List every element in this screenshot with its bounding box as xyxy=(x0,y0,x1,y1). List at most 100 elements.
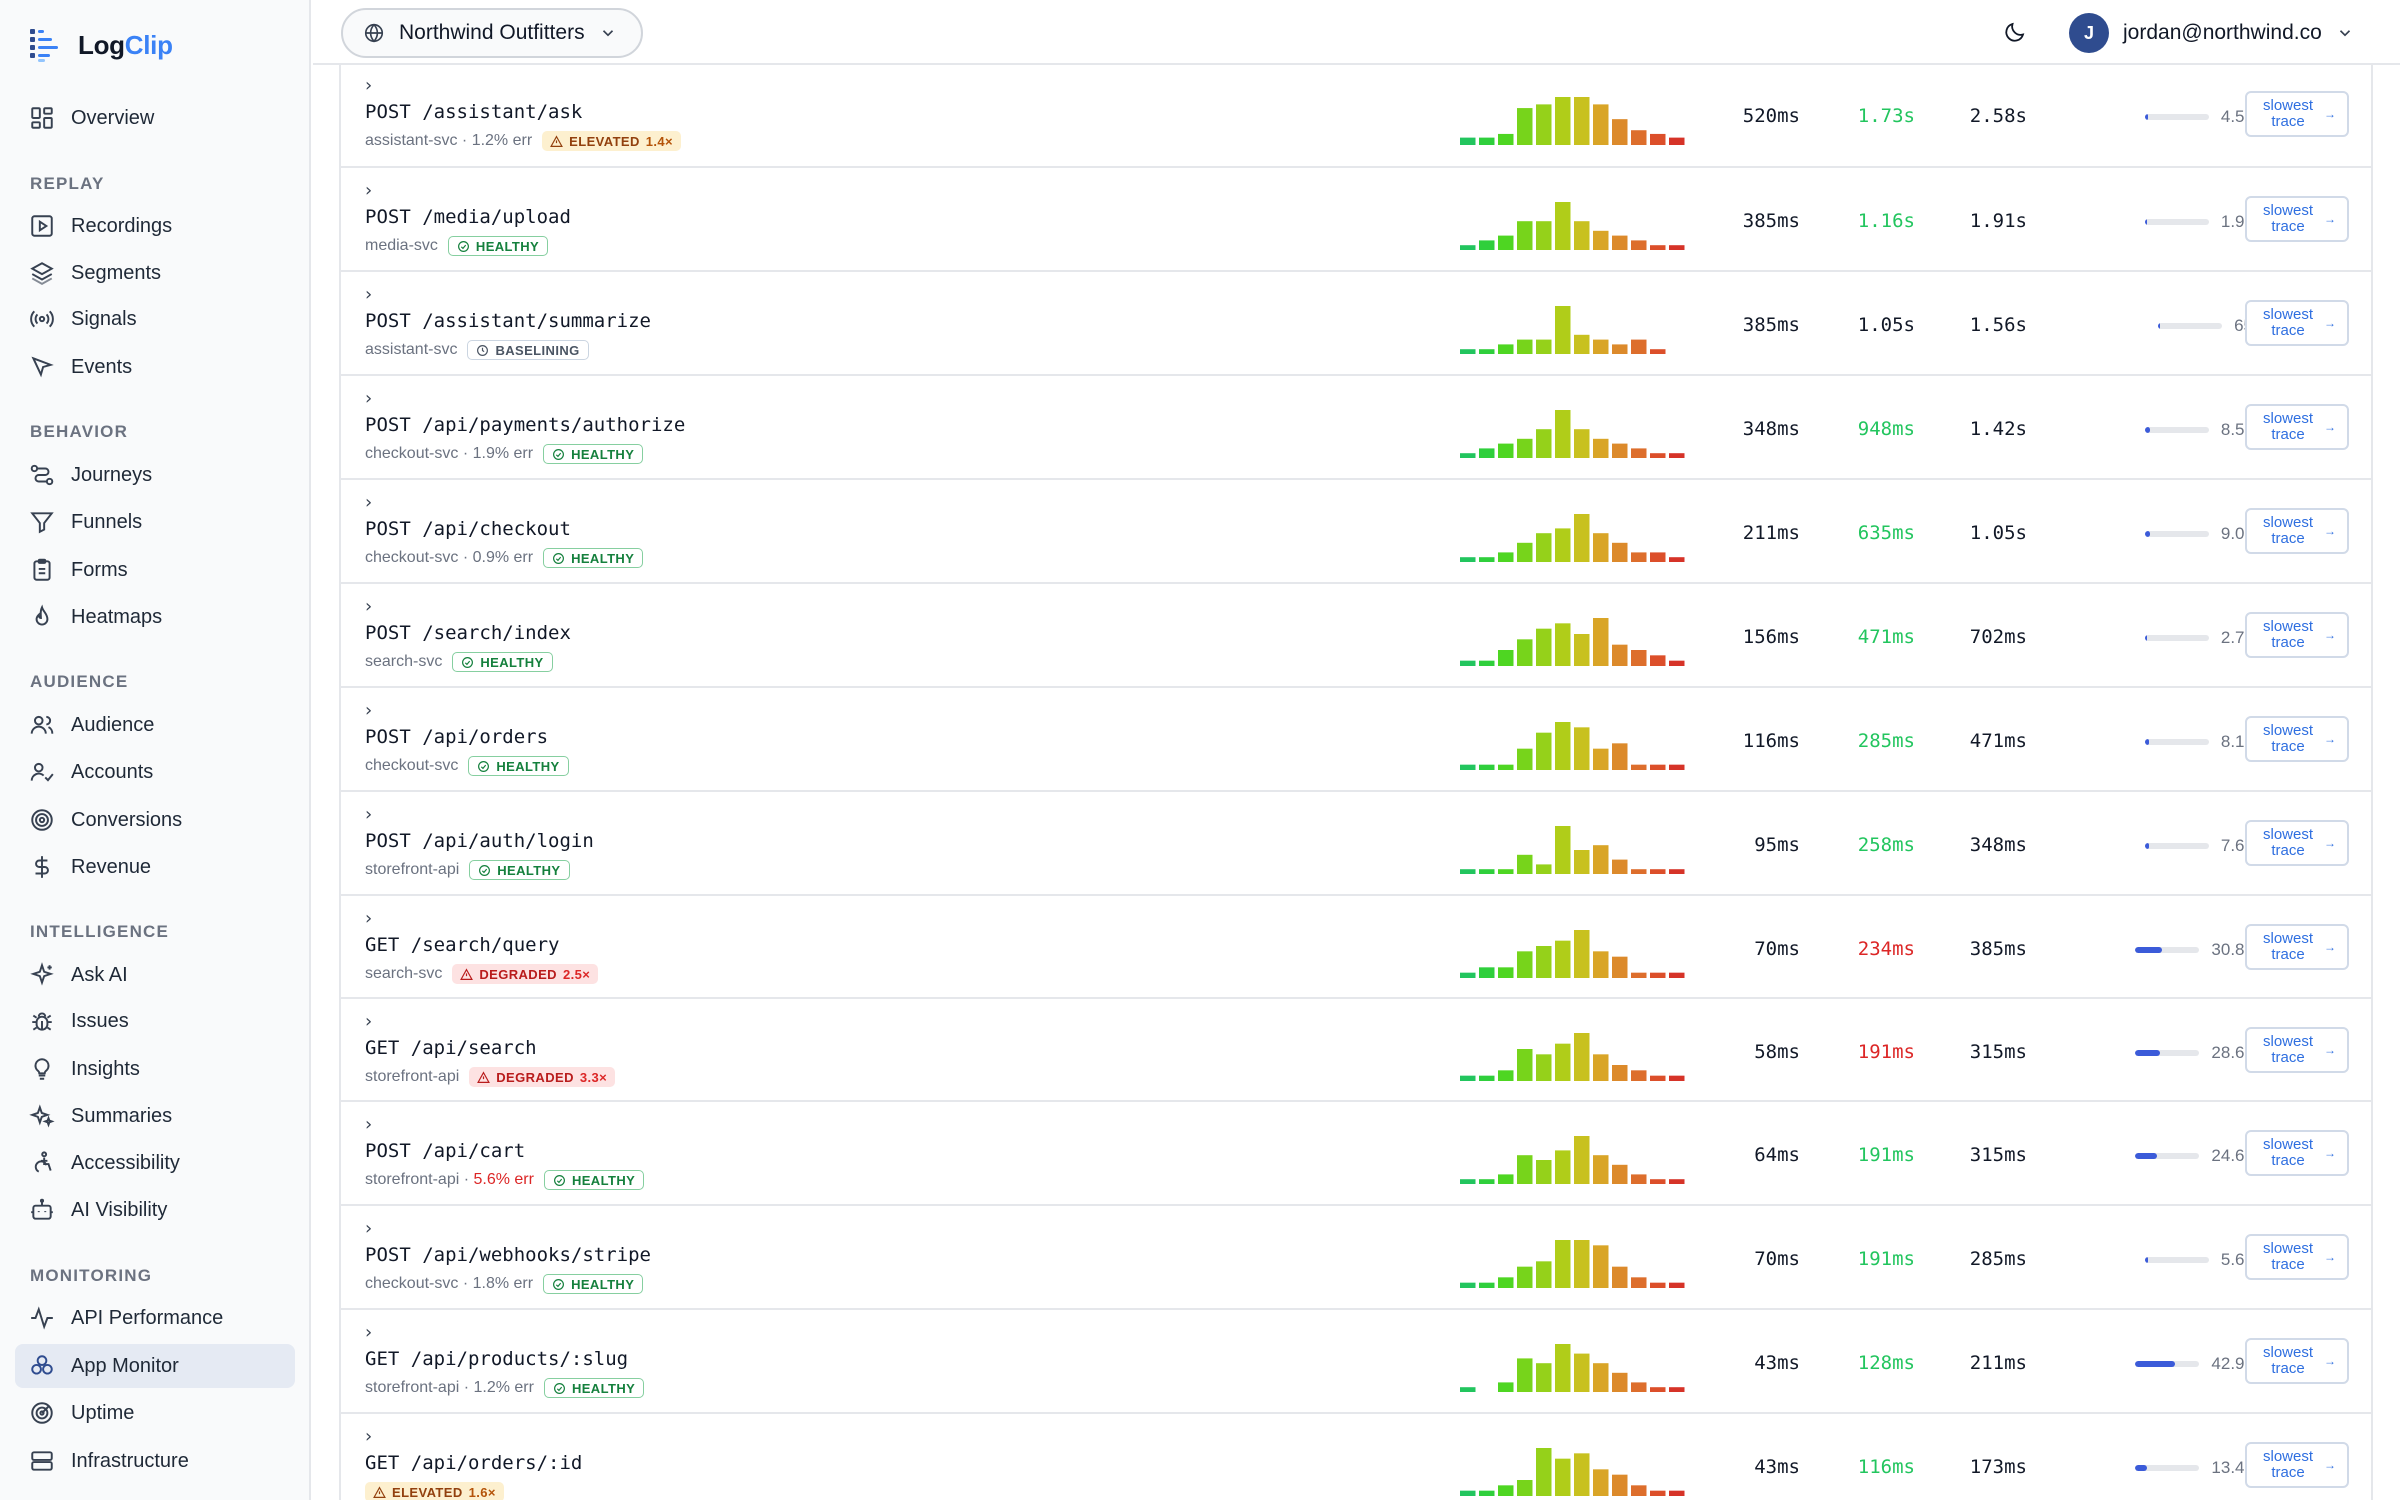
sidebar-item-issues[interactable]: Issues xyxy=(15,999,295,1043)
table-row[interactable]: › POST /api/payments/authorize checkout-sv… xyxy=(341,376,2371,480)
expand-chevron-icon[interactable]: › xyxy=(363,1011,374,1032)
org-switcher[interactable]: Northwind Outfitters xyxy=(341,8,643,58)
table-row[interactable]: › GET /search/query search-svc DEGRADED 2.5×… xyxy=(341,896,2371,999)
sidebar-item-summaries[interactable]: Summaries xyxy=(15,1094,295,1138)
histogram-bar xyxy=(1650,1490,1666,1496)
user-menu[interactable]: J jordan@northwind.co xyxy=(2069,12,2354,54)
traffic-bar-fill xyxy=(2144,635,2147,641)
expand-chevron-icon[interactable]: › xyxy=(363,700,374,721)
sidebar-item-segments[interactable]: Segments xyxy=(15,251,295,295)
sidebar-item-ai-visibility[interactable]: AI Visibility xyxy=(15,1188,295,1232)
expand-chevron-icon[interactable]: › xyxy=(363,75,374,96)
slowest-trace-button[interactable]: slowest trace → xyxy=(2245,91,2349,137)
expand-chevron-icon[interactable]: › xyxy=(363,492,374,513)
sidebar-item-label: Journeys xyxy=(71,463,153,486)
sidebar-item-overview[interactable]: Overview xyxy=(15,96,295,140)
table-row[interactable]: › GET /api/orders/:id ELEVATED 1.6× 43ms 116m… xyxy=(341,1414,2371,1500)
sidebar-item-funnels[interactable]: Funnels xyxy=(15,500,295,544)
table-row[interactable]: › POST /api/orders checkout-svc HEALTHY 116m… xyxy=(341,688,2371,792)
table-row[interactable]: › GET /api/products/:slug storefront-api ·… xyxy=(341,1310,2371,1414)
histogram-bar xyxy=(1593,1245,1609,1288)
traffic-volume: 8.5k xyxy=(2109,420,2253,440)
histogram-bar xyxy=(1650,1282,1666,1288)
sidebar-item-uptime[interactable]: Uptime xyxy=(15,1391,295,1435)
sidebar-item-api-performance[interactable]: API Performance xyxy=(15,1296,295,1340)
latency-histogram xyxy=(1460,202,1685,250)
slowest-trace-button[interactable]: slowest trace → xyxy=(2245,716,2349,762)
table-row[interactable]: › POST /api/checkout checkout-svc · 0.9% e… xyxy=(341,480,2371,584)
slowest-trace-button[interactable]: slowest trace → xyxy=(2245,820,2349,866)
histogram-bar xyxy=(1669,453,1685,458)
sidebar-item-recordings[interactable]: Recordings xyxy=(15,204,295,248)
histogram-bar xyxy=(1650,1387,1666,1392)
table-row[interactable]: › POST /api/cart storefront-api · 5.6% err… xyxy=(341,1102,2371,1206)
histogram-bar xyxy=(1498,133,1514,145)
slowest-trace-button[interactable]: slowest trace → xyxy=(2245,508,2349,554)
slowest-trace-button[interactable]: slowest trace → xyxy=(2245,1338,2349,1384)
p50-latency: 70ms xyxy=(1754,1248,1800,1270)
slowest-trace-button[interactable]: slowest trace → xyxy=(2245,1027,2349,1073)
table-row[interactable]: › POST /media/upload media-svc HEALTHY 385ms… xyxy=(341,168,2371,272)
status-label: ELEVATED xyxy=(392,1484,463,1500)
bot-icon xyxy=(31,1198,53,1220)
sidebar-item-accessibility[interactable]: Accessibility xyxy=(15,1141,295,1185)
histogram-bar xyxy=(1555,528,1571,562)
sidebar-item-forms[interactable]: Forms xyxy=(15,548,295,592)
sidebar-item-audience[interactable]: Audience xyxy=(15,703,295,747)
sidebar-item-insights[interactable]: Insights xyxy=(15,1047,295,1091)
broadcast-icon xyxy=(30,310,54,328)
slowest-trace-button[interactable]: slowest trace → xyxy=(2245,404,2349,450)
expand-chevron-icon[interactable]: › xyxy=(363,908,374,929)
status-badge: DEGRADED 3.3× xyxy=(469,1067,616,1087)
slowest-trace-button[interactable]: slowest trace → xyxy=(2245,300,2349,346)
service-name: storefront-api xyxy=(365,1068,460,1085)
expand-chevron-icon[interactable]: › xyxy=(363,284,374,305)
expand-chevron-icon[interactable]: › xyxy=(363,180,374,201)
sidebar-item-revenue[interactable]: Revenue xyxy=(15,845,295,889)
slowest-trace-button[interactable]: slowest trace → xyxy=(2245,1442,2349,1488)
sidebar-item-infrastructure[interactable]: Infrastructure xyxy=(15,1439,295,1483)
histogram-bar xyxy=(1650,869,1666,874)
expand-chevron-icon[interactable]: › xyxy=(363,804,374,825)
histogram-bar xyxy=(1555,202,1571,250)
traffic-bar-fill xyxy=(2135,1361,2176,1367)
sidebar-item-accounts[interactable]: Accounts xyxy=(15,750,295,794)
table-row[interactable]: › POST /assistant/summarize assistant-svc B… xyxy=(341,272,2371,376)
table-row[interactable]: › GET /api/search storefront-api DEGRADED 3.… xyxy=(341,999,2371,1102)
sidebar-item-journeys[interactable]: Journeys xyxy=(15,453,295,497)
endpoint-name: GET /api/products/:slug xyxy=(365,1348,629,1370)
histogram-bar xyxy=(1612,1164,1628,1184)
expand-chevron-icon[interactable]: › xyxy=(363,1114,374,1135)
sidebar-item-heatmaps[interactable]: Heatmaps xyxy=(15,595,295,639)
slowest-trace-button[interactable]: slowest trace → xyxy=(2245,612,2349,658)
table-row[interactable]: › POST /search/index search-svc HEALTHY 156m… xyxy=(341,584,2371,688)
slowest-trace-button[interactable]: slowest trace → xyxy=(2245,196,2349,242)
globe-icon xyxy=(364,23,384,43)
theme-toggle[interactable] xyxy=(1997,14,2033,50)
sidebar-item-events[interactable]: Events xyxy=(15,345,295,389)
sidebar-item-signals[interactable]: Signals xyxy=(15,297,295,341)
table-row[interactable]: › POST /api/webhooks/stripe checkout-svc ·… xyxy=(341,1206,2371,1310)
slowest-trace-label: slowest trace xyxy=(2262,722,2314,755)
slowest-trace-button[interactable]: slowest trace → xyxy=(2245,924,2349,970)
histogram-bar xyxy=(1631,448,1647,458)
table-row[interactable]: › POST /api/auth/login storefront-api HEALT… xyxy=(341,792,2371,896)
sidebar-item-app-monitor[interactable]: App Monitor xyxy=(15,1344,295,1388)
endpoint-meta: search-svc DEGRADED 2.5× xyxy=(365,963,599,985)
p95-latency: 1.05s xyxy=(1857,314,1915,336)
slowest-trace-button[interactable]: slowest trace → xyxy=(2245,1130,2349,1176)
table-row[interactable]: › POST /assistant/ask assistant-svc · 1.2%… xyxy=(341,65,2371,168)
sidebar-item-ask-ai[interactable]: Ask AI xyxy=(15,953,295,997)
expand-chevron-icon[interactable]: › xyxy=(363,1322,374,1343)
expand-chevron-icon[interactable]: › xyxy=(363,596,374,617)
app-logo[interactable]: LogClip xyxy=(28,24,173,66)
histogram-bar xyxy=(1460,972,1476,978)
route-icon xyxy=(30,464,54,486)
sidebar-item-conversions[interactable]: Conversions xyxy=(15,798,295,842)
user-check-icon xyxy=(30,762,54,782)
expand-chevron-icon[interactable]: › xyxy=(363,388,374,409)
histogram-bar xyxy=(1479,1179,1495,1184)
expand-chevron-icon[interactable]: › xyxy=(363,1218,374,1239)
slowest-trace-button[interactable]: slowest trace → xyxy=(2245,1234,2349,1280)
expand-chevron-icon[interactable]: › xyxy=(363,1426,374,1447)
